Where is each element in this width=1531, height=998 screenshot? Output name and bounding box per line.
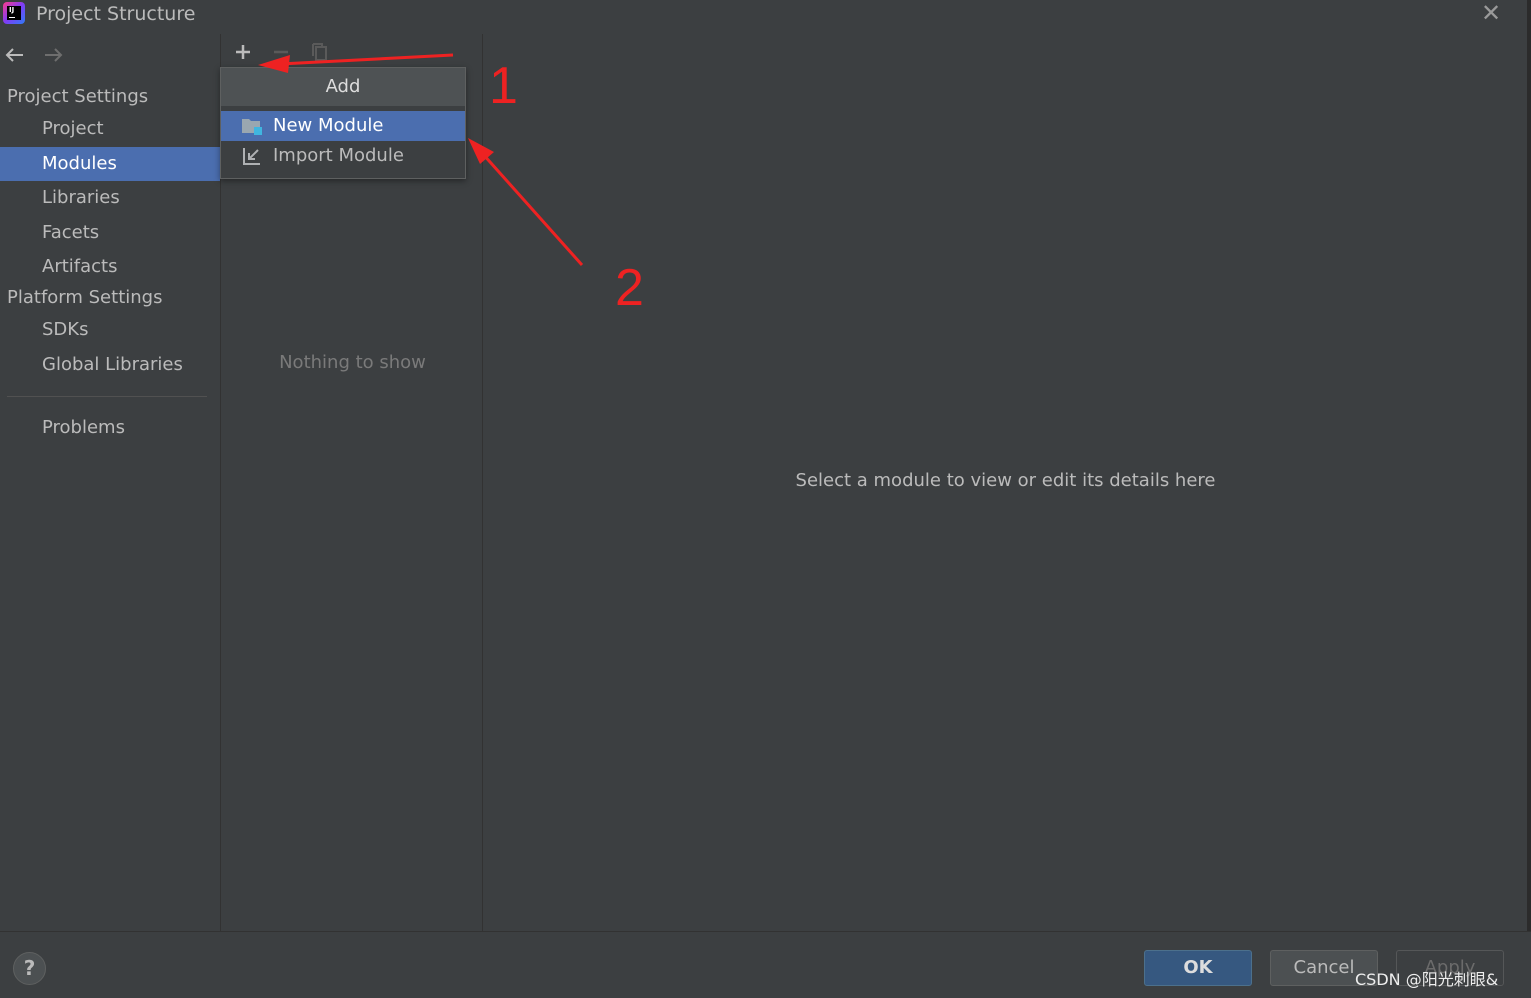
help-button[interactable]: ? xyxy=(13,952,46,985)
project-settings-header: Project Settings xyxy=(7,86,149,107)
menu-item-new-module[interactable]: New Module xyxy=(221,111,465,141)
sidebar-item-sdks[interactable]: SDKs xyxy=(0,313,220,347)
close-icon[interactable]: ✕ xyxy=(1478,0,1504,26)
sidebar-item-project[interactable]: Project xyxy=(0,112,220,146)
watermark: CSDN @阳光刺眼& xyxy=(1355,970,1499,989)
title-bar: IJ Project Structure ✕ xyxy=(0,0,1531,30)
menu-item-import-module[interactable]: Import Module xyxy=(221,141,465,171)
add-popup-menu: Add New Module Import Module xyxy=(220,67,466,179)
import-icon xyxy=(243,148,260,165)
sidebar-item-artifacts[interactable]: Artifacts xyxy=(0,250,220,284)
dialog-button-bar: ? OK Cancel Apply xyxy=(0,931,1531,998)
add-icon[interactable] xyxy=(231,40,255,64)
sidebar: Project Settings Project Modules Librari… xyxy=(0,34,220,931)
sidebar-divider xyxy=(7,396,207,397)
forward-arrow-icon[interactable] xyxy=(40,42,66,68)
sidebar-item-facets[interactable]: Facets xyxy=(0,216,220,250)
menu-item-label: New Module xyxy=(273,115,384,136)
sidebar-item-global-libraries[interactable]: Global Libraries xyxy=(0,348,220,382)
remove-icon[interactable] xyxy=(269,40,293,64)
intellij-logo-icon: IJ xyxy=(3,2,25,24)
popup-header: Add xyxy=(221,68,465,106)
ok-button[interactable]: OK xyxy=(1144,950,1252,986)
annotation-step-1: 1 xyxy=(489,57,518,115)
details-hint-text: Select a module to view or edit its deta… xyxy=(795,470,1216,491)
sidebar-item-modules[interactable]: Modules xyxy=(0,147,220,181)
window-edge xyxy=(1527,0,1531,998)
menu-item-label: Import Module xyxy=(273,145,404,166)
annotation-step-2: 2 xyxy=(615,259,644,317)
back-arrow-icon[interactable] xyxy=(2,42,28,68)
details-panel: Select a module to view or edit its deta… xyxy=(484,34,1527,931)
folder-module-icon xyxy=(242,119,262,135)
sidebar-item-libraries[interactable]: Libraries xyxy=(0,181,220,215)
platform-settings-header: Platform Settings xyxy=(7,287,163,308)
copy-icon[interactable] xyxy=(308,40,332,64)
sidebar-item-problems[interactable]: Problems xyxy=(0,411,220,445)
window-title: Project Structure xyxy=(36,3,196,25)
empty-list-text: Nothing to show xyxy=(279,352,426,373)
navigation-arrows xyxy=(0,42,80,68)
